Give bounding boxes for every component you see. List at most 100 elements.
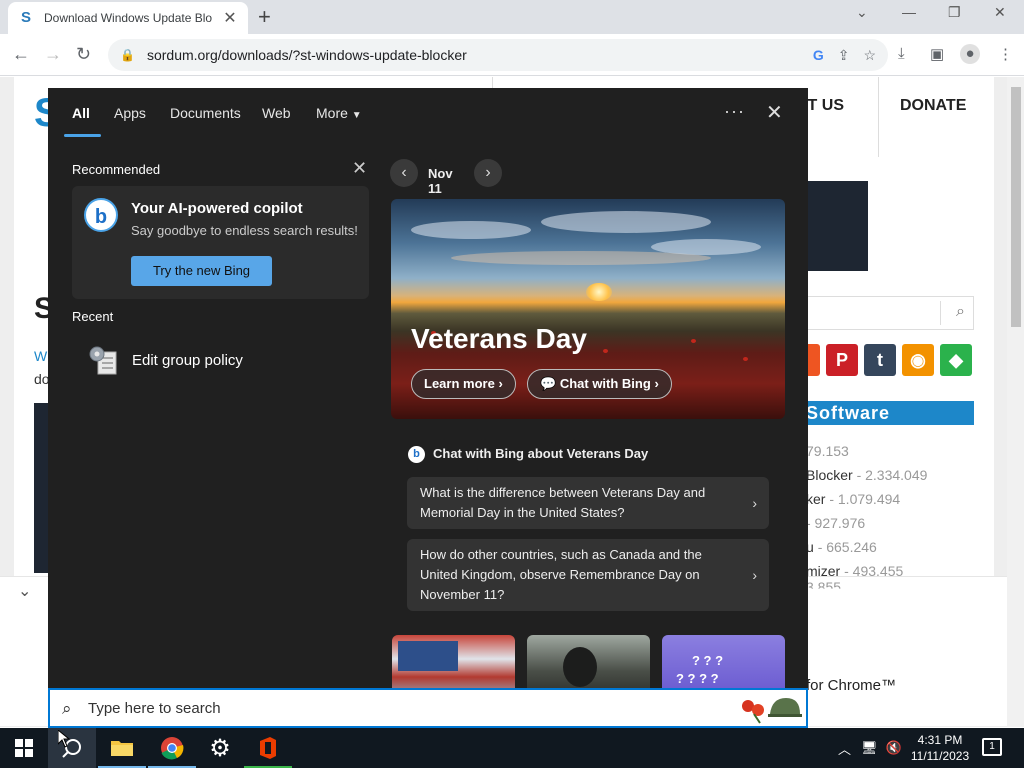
taskbar-search-button[interactable]: [48, 728, 96, 768]
active-tab-indicator: [64, 134, 101, 137]
address-bar[interactable]: 🔒 sordum.org/downloads/?st-windows-updat…: [108, 39, 888, 71]
new-tab-icon[interactable]: +: [258, 4, 271, 30]
forward-icon[interactable]: →: [44, 44, 62, 65]
google-lens-icon[interactable]: G: [813, 47, 824, 63]
question-marks-icon: ? ? ? ?: [676, 671, 719, 686]
taskbar-clock[interactable]: 4:31 PM 11/11/2023: [908, 732, 972, 764]
tab-documents[interactable]: Documents: [170, 105, 241, 121]
recent-item-edit-group-policy[interactable]: Edit group policy: [88, 342, 358, 378]
chevron-right-icon: ›: [498, 376, 503, 391]
software-list-item[interactable]: ker - 1.079.494: [806, 491, 900, 507]
software-heading: Software: [806, 401, 974, 425]
software-list-item[interactable]: Blocker - 2.334.049: [806, 467, 927, 483]
browser-toolbar: ← → ↻ 🔒 sordum.org/downloads/?st-windows…: [0, 34, 1024, 76]
sidebar-banner: [806, 181, 868, 271]
software-list-item[interactable]: - 927.976: [806, 515, 865, 531]
browser-titlebar: S Download Windows Update Blo ✕ + ⌄ — ❐ …: [0, 0, 1024, 34]
recent-heading: Recent: [72, 309, 114, 324]
veterans-day-hero-card[interactable]: Veterans Day Learn more › 💬 Chat with Bi…: [391, 199, 785, 419]
minimize-icon[interactable]: —: [902, 4, 916, 20]
site-search-input[interactable]: ⌕: [806, 296, 974, 330]
tab-more[interactable]: More ▼: [316, 105, 362, 121]
nav-donate[interactable]: DONATE: [900, 97, 966, 115]
chat-bubble-icon: 💬: [540, 376, 557, 391]
reload-icon[interactable]: ↻: [76, 44, 91, 65]
bing-question-card[interactable]: What is the difference between Veterans …: [407, 477, 769, 529]
show-hidden-icons-icon[interactable]: ︿: [838, 739, 851, 758]
software-list-item[interactable]: 3.855: [806, 579, 841, 589]
clock-date: 11/11/2023: [910, 749, 970, 763]
question-text: What is the difference between Veterans …: [420, 485, 706, 520]
profile-icon[interactable]: ●: [960, 44, 980, 64]
recommended-dismiss-icon[interactable]: ✕: [352, 158, 367, 179]
more-caret-icon: ▼: [351, 110, 362, 121]
hero-title: Veterans Day: [411, 323, 587, 354]
restore-icon[interactable]: ❐: [948, 4, 961, 21]
share-icon[interactable]: ⇪: [838, 47, 850, 64]
software-list-item[interactable]: 79.153: [806, 443, 849, 459]
settings-button[interactable]: ⚙: [196, 728, 244, 768]
side-panel-icon[interactable]: ▣: [930, 45, 944, 63]
chevron-right-icon: ›: [752, 567, 757, 583]
taskbar-search-box[interactable]: ⌕: [48, 688, 808, 728]
windows-taskbar: ⚙ ︿ 🖥 🔇 4:31 PM 11/11/2023 1: [0, 728, 1024, 768]
scrollbar-thumb[interactable]: [1011, 87, 1021, 327]
copilot-card: b Your AI-powered copilot Say goodbye to…: [72, 186, 369, 299]
back-icon[interactable]: ←: [12, 44, 30, 65]
next-date-icon[interactable]: ›: [474, 159, 502, 187]
previous-date-icon[interactable]: ‹: [390, 159, 418, 187]
pinterest-icon[interactable]: P: [826, 344, 858, 376]
recommended-heading: Recommended: [72, 162, 161, 177]
site-search-icon[interactable]: ⌕: [956, 303, 965, 321]
office-icon: [260, 737, 276, 759]
window-close-icon[interactable]: ✕: [994, 4, 1006, 21]
tumblr-icon[interactable]: t: [864, 344, 896, 376]
copilot-subtitle: Say goodbye to endless search results!: [131, 223, 358, 238]
office-button[interactable]: [244, 728, 292, 768]
poppy-shape: [691, 339, 696, 343]
soldier-thumbnail-card[interactable]: [527, 635, 650, 688]
volume-muted-icon[interactable]: 🔇: [886, 740, 902, 756]
bookmark-star-icon[interactable]: ☆: [863, 47, 876, 64]
windows-logo-icon: [15, 739, 33, 757]
group-policy-icon: [89, 346, 117, 375]
browser-tab[interactable]: S Download Windows Update Blo ✕: [8, 2, 248, 34]
try-bing-button[interactable]: Try the new Bing: [131, 256, 272, 286]
flag-thumbnail-card[interactable]: [392, 635, 515, 688]
menu-dots-icon[interactable]: ⋮: [998, 45, 1013, 63]
chrome-button[interactable]: [148, 728, 196, 768]
action-center-icon[interactable]: 1: [982, 738, 1002, 756]
folder-icon: [111, 741, 133, 756]
flyout-close-icon[interactable]: ✕: [766, 100, 783, 125]
start-button[interactable]: [0, 728, 48, 768]
poppy-helmet-doodle-icon: [742, 698, 802, 724]
bing-small-icon: b: [408, 446, 425, 463]
tab-web[interactable]: Web: [262, 105, 291, 121]
feedly-icon[interactable]: ◆: [940, 344, 972, 376]
file-explorer-button[interactable]: [98, 728, 146, 768]
network-icon[interactable]: 🖥: [861, 740, 878, 756]
more-options-icon[interactable]: ···: [724, 101, 745, 122]
chrome-icon: [161, 737, 184, 760]
page-scrollbar[interactable]: [1007, 77, 1024, 727]
recent-item-label: Edit group policy: [132, 352, 243, 369]
quiz-thumbnail-card[interactable]: ? ? ? ? ? ? ?: [662, 635, 785, 688]
gear-icon: ⚙: [209, 734, 231, 762]
chat-with-bing-button[interactable]: 💬 Chat with Bing ›: [527, 369, 672, 399]
chevron-right-icon: ›: [752, 495, 757, 511]
bing-question-card[interactable]: How do other countries, such as Canada a…: [407, 539, 769, 611]
collapse-chevron-icon[interactable]: ⌄: [18, 581, 31, 601]
download-icon[interactable]: ⤓: [898, 45, 905, 62]
tab-search-icon[interactable]: ⌄: [856, 4, 868, 21]
cloud-shape: [411, 221, 531, 239]
search-input[interactable]: [88, 697, 708, 719]
learn-more-button[interactable]: Learn more ›: [411, 369, 516, 399]
reddit-icon[interactable]: [806, 344, 820, 376]
software-list-item[interactable]: u - 665.246: [806, 539, 877, 555]
tab-apps[interactable]: Apps: [114, 105, 146, 121]
rss-icon[interactable]: ◉: [902, 344, 934, 376]
tab-all[interactable]: All: [72, 105, 90, 121]
date-label: Nov 11: [428, 166, 453, 196]
poppy-shape: [743, 357, 748, 361]
tab-close-icon[interactable]: ✕: [222, 8, 238, 28]
